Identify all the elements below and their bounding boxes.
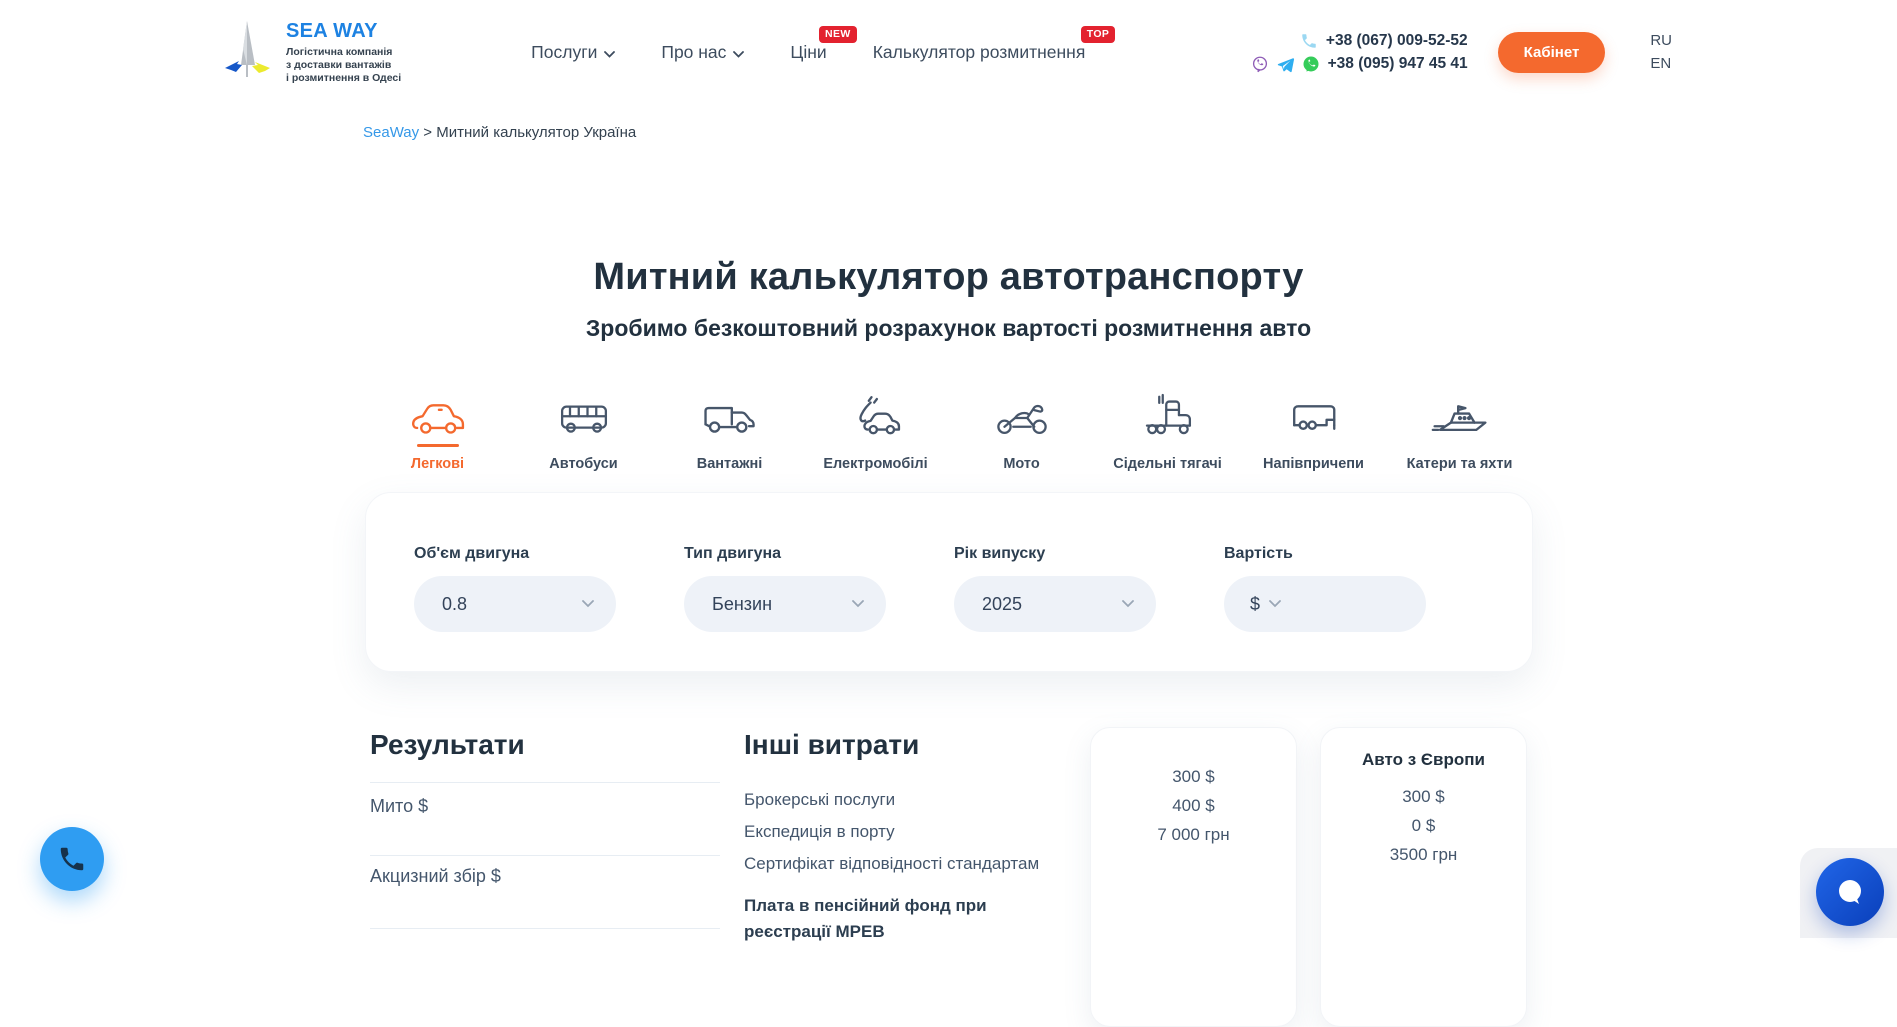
logo-sail-icon [222,19,274,86]
field-label: Рік випуску [954,545,1156,563]
price-card-generic: 300 $ 400 $ 7 000 грн [1090,727,1297,1027]
bus-icon [511,393,657,439]
tab-boats-yachts[interactable]: Катери та яхти [1387,393,1533,473]
header: SEA WAY Логістична компанія з доставки в… [0,0,1897,105]
breadcrumb: SeaWay > Митний калькулятор Україна [363,124,636,141]
tab-cars[interactable]: Легкові [365,393,511,473]
telegram-icon[interactable] [1276,55,1295,74]
price-card-europe: Авто з Європи 300 $ 0 $ 3500 грн [1320,727,1527,1027]
divider [370,782,720,783]
other-expenses-title: Інші витрати [744,729,919,761]
chevron-down-icon[interactable] [1269,600,1281,608]
phone-number-primary[interactable]: +38 (067) 009-52-52 [1326,32,1468,50]
cost-control: $ [1224,576,1426,632]
nav-item-prices[interactable]: Ціни NEW [790,42,826,63]
motorcycle-icon [949,393,1095,439]
language-switcher: RU EN [1650,31,1672,75]
chevron-down-icon [1122,600,1134,608]
page-title: Митний калькулятор автотранспорту [0,256,1897,299]
price-card-title: Авто з Європи [1321,750,1526,770]
chevron-down-icon [852,600,864,608]
chat-fab-button[interactable] [1816,858,1884,926]
chevron-down-icon [733,51,744,58]
calculator-form-card: Об'єм двигуна 0.8 Тип двигуна Бензин Рік… [365,492,1533,672]
active-tab-underline [417,444,459,447]
chat-bubble-icon [1833,875,1867,909]
phone-icon [57,844,87,874]
viber-icon[interactable] [1251,55,1269,73]
field-label: Вартість [1224,545,1426,563]
tab-trucks[interactable]: Вантажні [657,393,803,473]
tab-buses[interactable]: Автобуси [511,393,657,473]
currency-select[interactable]: $ [1250,594,1260,615]
expense-item-port: Експедиція в порту [744,822,895,842]
chevron-down-icon [582,600,594,608]
divider [370,928,720,929]
page-subtitle: Зробимо безкоштовний розрахунок вартості… [0,315,1897,342]
phone-icon [1300,32,1318,50]
engine-volume-select[interactable]: 0.8 [414,576,616,632]
result-row-duty: Мито $ [370,796,428,817]
whatsapp-icon[interactable] [1302,55,1320,73]
breadcrumb-separator: > [419,124,436,141]
tab-semi-trucks[interactable]: Сідельні тягачі [1095,393,1241,473]
price-value: 400 $ [1091,791,1296,820]
phone-number-secondary[interactable]: +38 (095) 947 45 41 [1328,55,1468,73]
call-fab-button[interactable] [40,827,104,891]
chevron-down-icon [604,51,615,58]
cost-input[interactable] [1290,594,1404,615]
lang-en[interactable]: EN [1650,54,1672,74]
field-year: Рік випуску 2025 [954,545,1156,671]
nav-item-services[interactable]: Послуги [531,42,615,63]
field-label: Об'єм двигуна [414,545,616,563]
header-phones: +38 (067) 009-52-52 [1251,32,1468,74]
engine-type-select[interactable]: Бензин [684,576,886,632]
year-select[interactable]: 2025 [954,576,1156,632]
divider [370,855,720,856]
top-badge: TOP [1081,26,1116,43]
field-engine-type: Тип двигуна Бензин [684,545,886,671]
result-row-excise: Акцизний збір $ [370,866,501,887]
brand-name: SEA WAY [286,20,401,43]
car-icon [365,393,511,439]
price-value: 300 $ [1091,762,1296,791]
trailer-icon [1241,393,1387,439]
price-value: 7 000 грн [1091,820,1296,849]
results-title: Результати [370,729,525,761]
tab-moto[interactable]: Мото [949,393,1095,473]
field-engine-volume: Об'єм двигуна 0.8 [414,545,616,671]
expense-item-certificate: Сертифікат відповідності стандартам [744,854,1039,874]
price-value: 3500 грн [1321,840,1526,869]
main-nav: Послуги Про нас Ціни NEW Калькулятор роз… [531,42,1085,63]
yacht-icon [1387,393,1533,439]
field-label: Тип двигуна [684,545,886,563]
electric-car-icon [803,393,949,439]
nav-item-about[interactable]: Про нас [661,42,744,63]
logo-tagline: Логістична компанія з доставки вантажів … [286,46,401,85]
price-value: 300 $ [1321,782,1526,811]
tab-semi-trailers[interactable]: Напівпричепи [1241,393,1387,473]
lang-ru[interactable]: RU [1650,31,1672,51]
logo[interactable]: SEA WAY Логістична компанія з доставки в… [222,19,401,86]
cabinet-button[interactable]: Кабінет [1498,32,1606,73]
tab-electric-cars[interactable]: Електромобілі [803,393,949,473]
vehicle-type-tabs: Легкові Автобуси Вант [0,393,1897,473]
nav-item-customs-calculator[interactable]: Калькулятор розмитнення TOP [873,42,1086,63]
new-badge: NEW [819,26,857,43]
breadcrumb-current: Митний калькулятор Україна [436,124,636,141]
field-cost: Вартість $ [1224,545,1426,671]
breadcrumb-home-link[interactable]: SeaWay [363,124,419,141]
price-value: 0 $ [1321,811,1526,840]
expense-item-broker: Брокерські послуги [744,790,895,810]
truck-icon [657,393,803,439]
semi-truck-icon [1095,393,1241,439]
